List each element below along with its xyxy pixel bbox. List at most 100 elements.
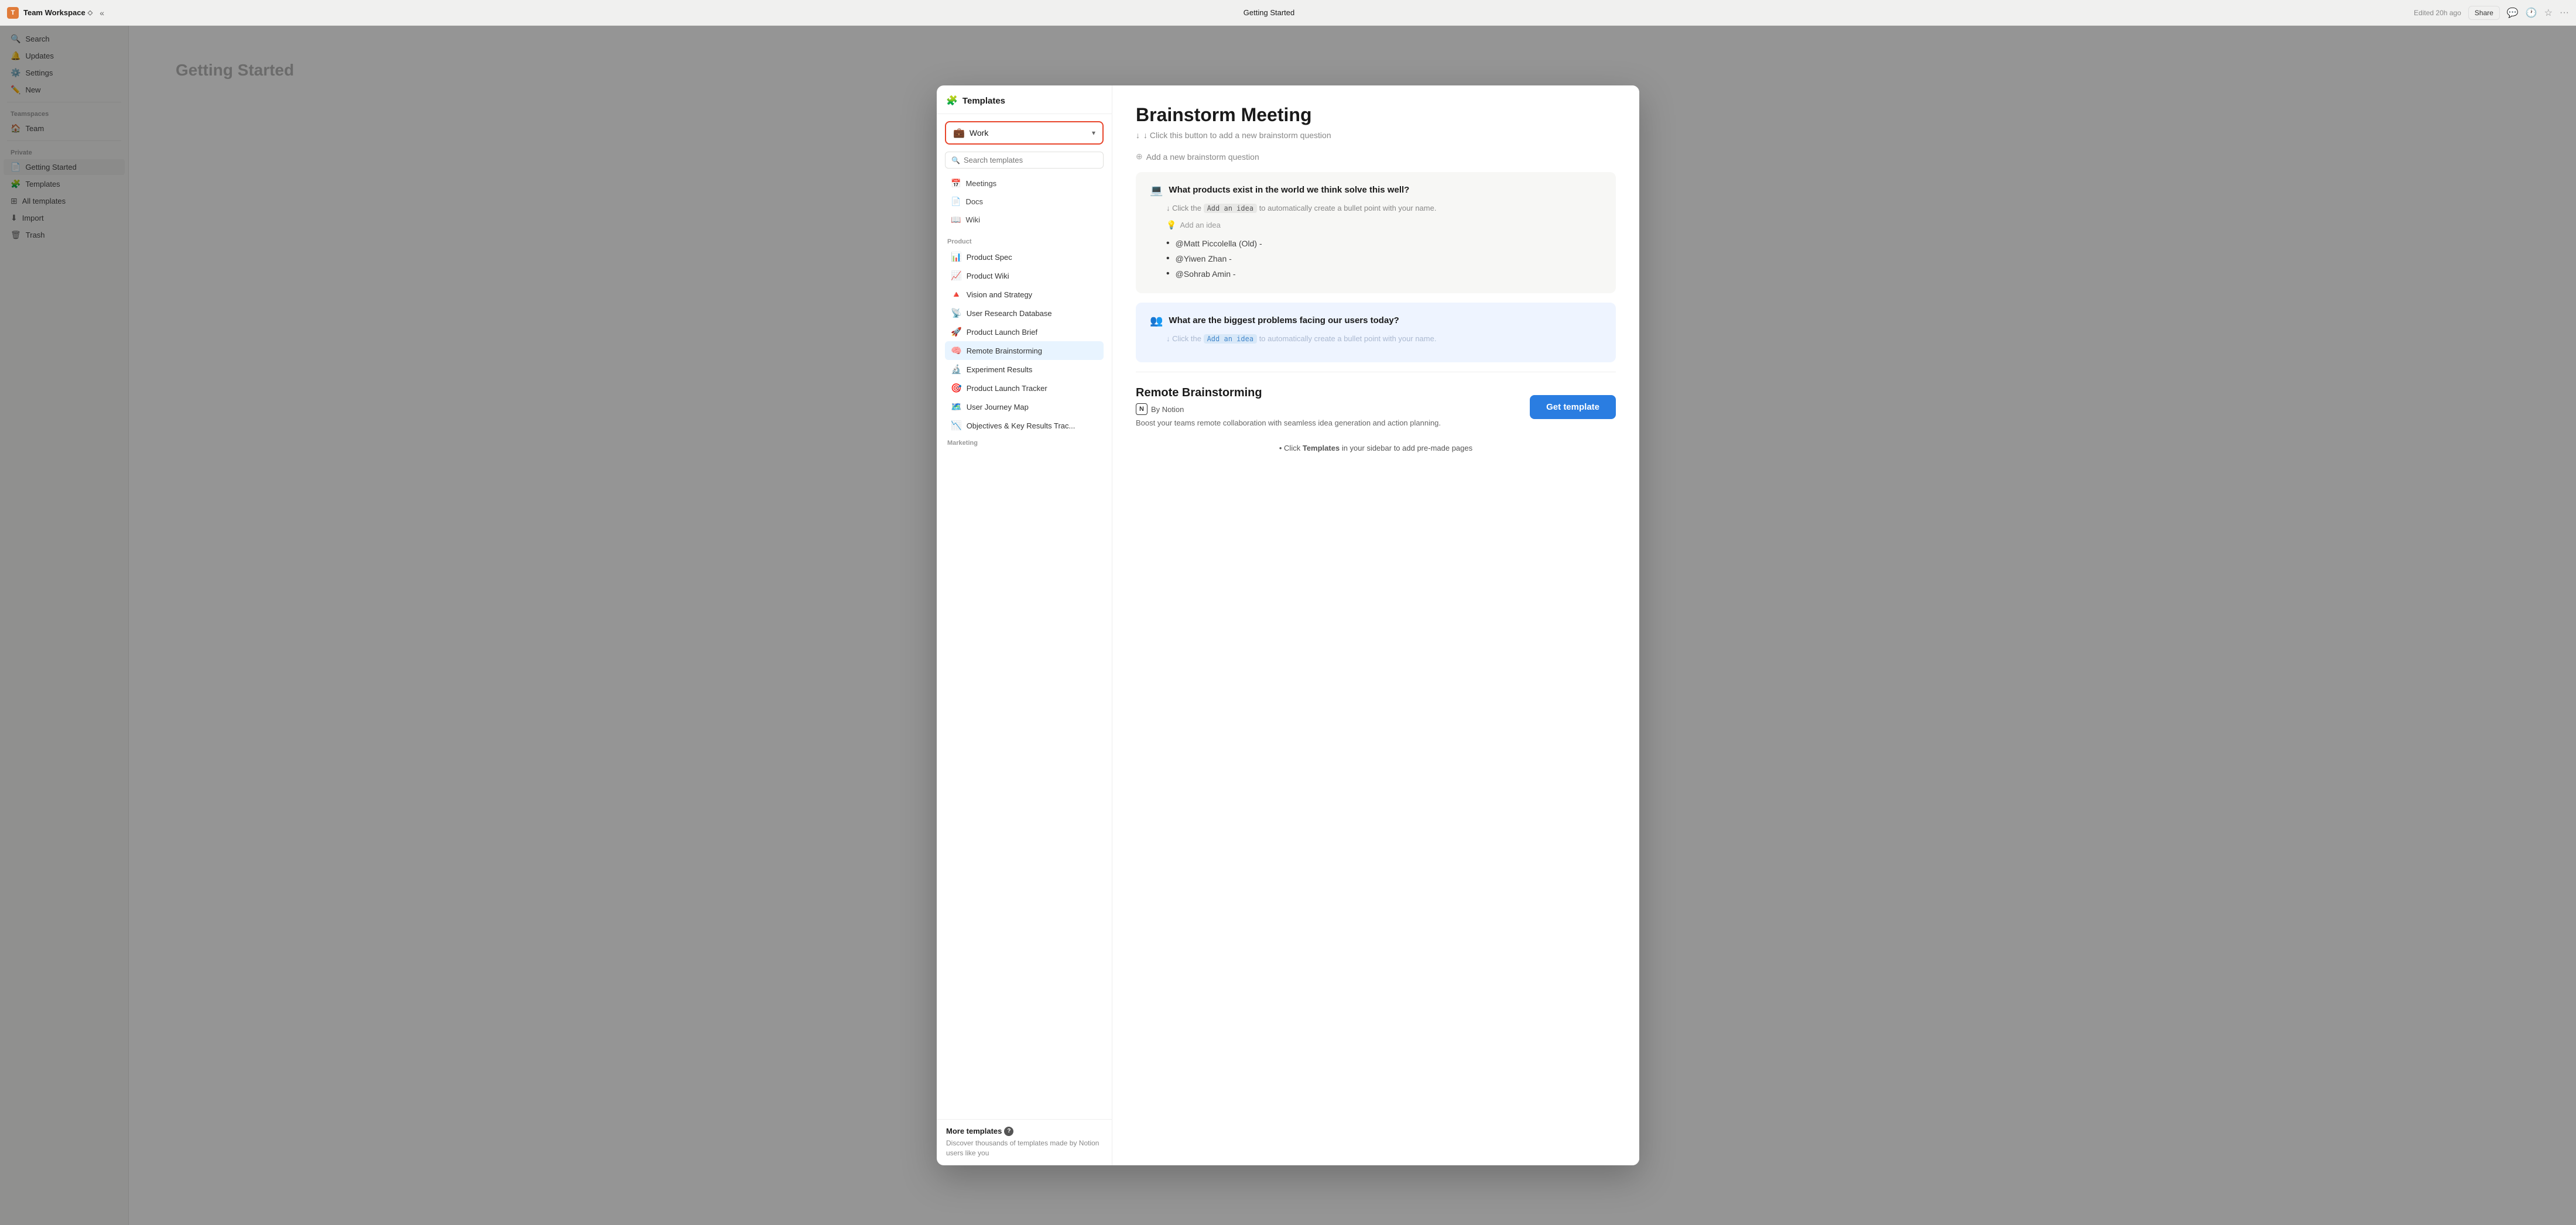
modal-overlay: 🧩 Templates 💼 Work ▾ — [0, 26, 2576, 1225]
edited-label: Edited 20h ago — [2414, 9, 2461, 17]
brainstorm-title: Brainstorm Meeting — [1136, 104, 1616, 126]
template-item-user-research[interactable]: 📡 User Research Database — [945, 304, 1104, 322]
category-dropdown[interactable]: 💼 Work ▾ — [945, 121, 1104, 145]
bullet-item-sohrab: • @Sohrab Amin - — [1150, 266, 1602, 282]
nav-item-meetings-label: Meetings — [965, 179, 996, 188]
more-templates-title[interactable]: More templates ? — [946, 1127, 1102, 1136]
collapse-sidebar-button[interactable]: « — [97, 6, 107, 20]
template-item-experiment[interactable]: 🔬 Experiment Results — [945, 360, 1104, 379]
down-arrow-icon: ↓ — [1136, 131, 1140, 140]
launch-brief-icon: 🚀 — [951, 327, 962, 337]
template-item-journey-map-label: User Journey Map — [967, 403, 1029, 411]
bullet-dot-2: • — [1166, 253, 1170, 264]
template-item-journey-map[interactable]: 🗺️ User Journey Map — [945, 397, 1104, 416]
notion-n-icon: N — [1136, 403, 1147, 415]
nav-item-meetings[interactable]: 📅 Meetings — [945, 174, 1104, 193]
template-list-section: Product 📊 Product Spec 📈 Product Wiki — [937, 234, 1112, 1119]
marketing-section-label: Marketing — [945, 435, 1104, 449]
more-templates-help-icon: ? — [1004, 1127, 1013, 1136]
meetings-icon: 📅 — [951, 179, 961, 188]
add-idea-button-1[interactable]: 💡 Add an idea — [1166, 220, 1221, 230]
template-item-product-spec-label: Product Spec — [967, 253, 1012, 262]
add-question-button[interactable]: ⊕ Add a new brainstorm question — [1136, 152, 1259, 162]
template-by-label: By Notion — [1151, 405, 1184, 414]
template-item-launch-brief-label: Product Launch Brief — [967, 328, 1037, 337]
nav-item-docs-label: Docs — [965, 197, 983, 206]
bottom-hint-prefix: Click — [1284, 444, 1300, 452]
users-icon: 👥 — [1150, 315, 1163, 327]
bullet-item-matt: • @Matt Piccolella (Old) - — [1150, 236, 1602, 251]
product-wiki-icon: 📈 — [951, 270, 962, 281]
template-search-container: 🔍 — [945, 152, 1104, 169]
template-item-okr-label: Objectives & Key Results Trac... — [967, 421, 1075, 430]
hint-code-2: Add an idea — [1204, 334, 1257, 344]
nav-item-docs[interactable]: 📄 Docs — [945, 193, 1104, 211]
modal-right-panel: Brainstorm Meeting ↓ ↓ Click this button… — [1112, 85, 1639, 1165]
hint-suffix-2: to automatically create a bullet point w… — [1259, 334, 1437, 343]
question-block-2: 👥 What are the biggest problems facing o… — [1136, 303, 1616, 362]
comment-icon[interactable]: 💬 — [2507, 7, 2519, 19]
top-bar-left: T Team Workspace ◇ « — [7, 6, 124, 20]
down-arrow-small-icon-2: ↓ Click the — [1166, 334, 1204, 343]
get-template-button[interactable]: Get template — [1530, 395, 1616, 419]
bullet-dot-1: • — [1166, 238, 1170, 249]
bottom-hint-bold: Templates — [1303, 444, 1340, 452]
template-item-launch-tracker[interactable]: 🎯 Product Launch Tracker — [945, 379, 1104, 397]
modal-left-header: 🧩 Templates — [937, 85, 1112, 114]
history-icon[interactable]: 🕐 — [2526, 7, 2537, 19]
okr-icon: 📉 — [951, 420, 962, 431]
template-item-launch-tracker-label: Product Launch Tracker — [967, 384, 1047, 393]
add-question-hint-text: ↓ Click this button to add a new brainst… — [1143, 131, 1331, 140]
question-header-2: 👥 What are the biggest problems facing o… — [1150, 314, 1602, 327]
template-item-product-wiki-label: Product Wiki — [967, 272, 1009, 280]
journey-map-icon: 🗺️ — [951, 402, 962, 412]
category-dropdown-left: 💼 Work — [953, 127, 988, 139]
workspace-avatar: T — [7, 7, 19, 19]
page-title-label: Getting Started — [1244, 8, 1294, 17]
question-hint-1: ↓ Click the Add an idea to automatically… — [1150, 204, 1602, 213]
template-item-experiment-label: Experiment Results — [967, 365, 1033, 374]
template-search-input[interactable] — [964, 156, 1097, 164]
template-item-product-wiki[interactable]: 📈 Product Wiki — [945, 266, 1104, 285]
bullet-text-yiwen: @Yiwen Zhan - — [1176, 254, 1232, 263]
template-item-remote-brainstorming[interactable]: 🧠 Remote Brainstorming — [945, 341, 1104, 360]
category-work-icon: 💼 — [953, 127, 965, 139]
plus-circle-icon: ⊕ — [1136, 152, 1143, 162]
bottom-hint-suffix: in your sidebar to add pre-made pages — [1342, 444, 1472, 452]
category-label: Work — [970, 128, 988, 138]
docs-icon: 📄 — [951, 197, 961, 207]
template-item-user-research-label: User Research Database — [967, 309, 1052, 318]
template-info-left: Remote Brainstorming N By Notion Boost y… — [1136, 386, 1441, 427]
bullet-text-sohrab: @Sohrab Amin - — [1176, 269, 1236, 279]
nav-item-wiki[interactable]: 📖 Wiki — [945, 211, 1104, 229]
vision-icon: 🔺 — [951, 289, 962, 300]
question-text-2: What are the biggest problems facing our… — [1169, 314, 1399, 327]
templates-modal: 🧩 Templates 💼 Work ▾ — [937, 85, 1639, 1165]
more-icon[interactable]: ··· — [2560, 8, 2569, 18]
template-name-big: Remote Brainstorming — [1136, 386, 1441, 400]
template-item-product-spec[interactable]: 📊 Product Spec — [945, 248, 1104, 266]
search-icon-small: 🔍 — [951, 156, 960, 164]
add-question-hint: ↓ ↓ Click this button to add a new brain… — [1136, 131, 1616, 140]
user-research-icon: 📡 — [951, 308, 962, 318]
workspace-name[interactable]: Team Workspace ◇ — [23, 8, 93, 17]
workspace-chevron-icon: ◇ — [88, 9, 93, 16]
hint-code-1: Add an idea — [1204, 204, 1257, 213]
share-button[interactable]: Share — [2468, 6, 2500, 20]
template-item-launch-brief[interactable]: 🚀 Product Launch Brief — [945, 322, 1104, 341]
modal-body: 🧩 Templates 💼 Work ▾ — [937, 85, 1639, 1165]
star-icon[interactable]: ☆ — [2544, 7, 2553, 19]
template-info-bar: Remote Brainstorming N By Notion Boost y… — [1136, 372, 1616, 437]
modal-left-panel: 🧩 Templates 💼 Work ▾ — [937, 85, 1112, 1165]
template-item-okr[interactable]: 📉 Objectives & Key Results Trac... — [945, 416, 1104, 435]
question-text-1: What products exist in the world we thin… — [1169, 184, 1409, 196]
template-item-brainstorming-label: Remote Brainstorming — [967, 346, 1042, 355]
modal-header-title: Templates — [962, 96, 1005, 106]
bullet-dot-3: • — [1166, 269, 1170, 279]
template-item-vision[interactable]: 🔺 Vision and Strategy — [945, 285, 1104, 304]
question-block-1: 💻 What products exist in the world we th… — [1136, 172, 1616, 293]
question-header-1: 💻 What products exist in the world we th… — [1150, 184, 1602, 197]
app-shell: T Team Workspace ◇ « Getting Started Edi… — [0, 0, 2576, 1225]
bullet-text-matt: @Matt Piccolella (Old) - — [1176, 239, 1262, 248]
question-hint-2: ↓ Click the Add an idea to automatically… — [1150, 334, 1602, 344]
